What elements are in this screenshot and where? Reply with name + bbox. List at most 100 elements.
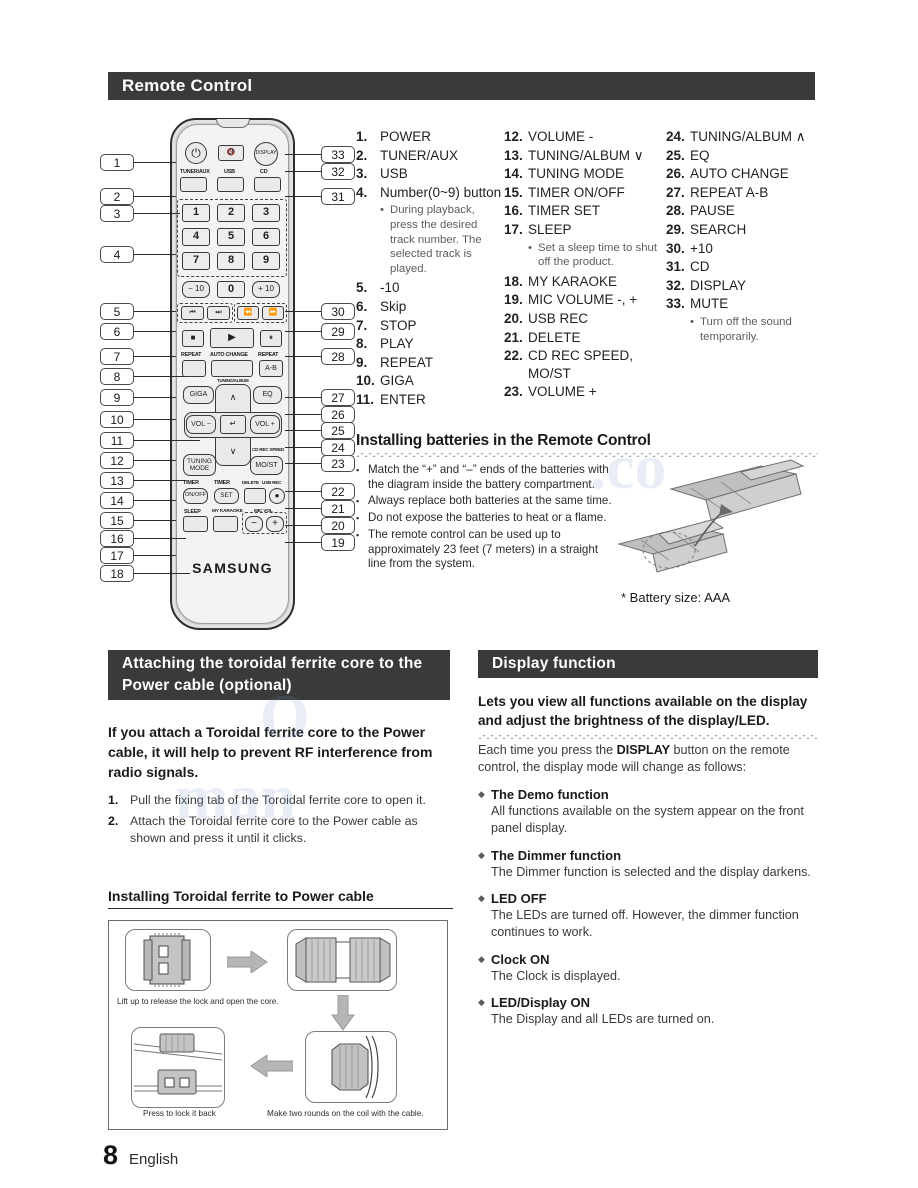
function-label: VOLUME +	[528, 384, 597, 400]
my-karaoke-label: MY KARAOKE	[212, 509, 243, 514]
enter-button[interactable]: ↵	[220, 415, 246, 434]
ferrite-figure-frame-3	[305, 1031, 397, 1103]
my-karaoke-button[interactable]	[213, 516, 238, 532]
search-forward-button[interactable]: ⏩	[262, 306, 284, 320]
pause-button[interactable]: ⏸	[260, 330, 282, 347]
battery-diagram-svg	[617, 459, 805, 573]
number-button-2[interactable]: 2	[217, 204, 245, 222]
function-list-item: 25. EQ	[666, 147, 818, 165]
tuning-album-up-button[interactable]: ∧	[220, 388, 246, 408]
number-button-7[interactable]: 7	[182, 252, 210, 270]
tuner-aux-label: TUNER/AUX	[180, 169, 210, 175]
power-button[interactable]: ⏻	[185, 142, 207, 164]
number-button-9[interactable]: 9	[252, 252, 280, 270]
function-label: MUTE	[690, 296, 729, 312]
function-list-item: 6. Skip	[356, 298, 504, 316]
minus-ten-label: − 10	[188, 284, 204, 294]
function-number: 21.	[504, 329, 523, 345]
function-list-item: 30. +10	[666, 240, 818, 258]
mic-volume-up-button[interactable]: +	[266, 516, 284, 532]
volume-down-button[interactable]: VOL −	[186, 415, 216, 434]
callout-30: 30	[321, 303, 355, 320]
timer-set-label: TIMER	[214, 480, 230, 486]
ferrite-core-closed-icon	[143, 933, 191, 987]
eq-button[interactable]: EQ	[253, 386, 282, 404]
display-mode-header: ◆ LED/Display ON	[478, 994, 818, 1011]
function-label: +10	[690, 240, 713, 256]
footer-language: English	[129, 1151, 179, 1168]
ferrite-core-coiled-icon	[331, 1035, 379, 1099]
display-mode-header: ◆ The Dimmer function	[478, 847, 818, 864]
brand-logo: SAMSUNG	[192, 560, 273, 576]
repeat-button[interactable]	[182, 360, 206, 377]
minus-ten-button[interactable]: − 10	[182, 281, 210, 298]
number-button-1[interactable]: 1	[182, 204, 210, 222]
display-button-reference: DISPLAY	[616, 743, 671, 757]
callout-25: 25	[321, 422, 355, 439]
volume-up-button[interactable]: VOL +	[250, 415, 280, 434]
callout-7: 7	[100, 348, 134, 365]
ferrite-figure-frame-4	[131, 1027, 225, 1108]
giga-label: GIGA	[189, 391, 208, 399]
sleep-button[interactable]	[183, 516, 208, 532]
display-mode-title: The Dimmer function	[491, 847, 622, 863]
function-number: 9.	[356, 354, 368, 370]
usb-rec-button[interactable]: ●	[269, 488, 285, 504]
display-button[interactable]: DISPLAY	[254, 142, 278, 166]
battery-bullet-item: ▪ The remote control can be used up to ap…	[356, 528, 614, 572]
display-button-label: DISPLAY	[255, 150, 277, 157]
number-button-5[interactable]: 5	[217, 228, 245, 246]
number-button-6[interactable]: 6	[252, 228, 280, 246]
ferrite-core-open-icon	[295, 937, 391, 983]
play-button[interactable]: ▶	[210, 328, 254, 348]
giga-button[interactable]: GIGA	[183, 386, 214, 404]
skip-back-button[interactable]: ⏮	[181, 306, 204, 320]
callout-21: 21	[321, 500, 355, 517]
volume-up-label: VOL +	[255, 420, 275, 428]
cd-button[interactable]	[254, 177, 281, 192]
tuning-album-down-button[interactable]: ∨	[220, 442, 246, 462]
function-column-2: 12. VOLUME - 13. TUNING/ALBUM ∨ 14. TUNING MO…	[504, 128, 666, 402]
function-number: 6.	[356, 298, 368, 314]
stop-button[interactable]: ■	[182, 330, 204, 347]
delete-button[interactable]	[244, 488, 266, 504]
function-list-item: 7. STOP	[356, 317, 504, 335]
number-button-8[interactable]: 8	[217, 252, 245, 270]
repeat-ab-button[interactable]: A-B	[259, 360, 283, 377]
skip-forward-button[interactable]: ⏭	[207, 306, 230, 320]
callout-17: 17	[100, 547, 134, 564]
tuning-mode-button[interactable]: TUNING MODE	[183, 454, 216, 476]
mic-volume-down-button[interactable]: −	[245, 516, 263, 532]
auto-change-button[interactable]	[211, 360, 253, 377]
timer-set-button[interactable]: SET	[214, 488, 239, 504]
callout-8: 8	[100, 368, 134, 385]
function-label: MIC VOLUME -, +	[528, 292, 638, 308]
eq-label: EQ	[262, 391, 273, 399]
function-label: USB REC	[528, 310, 589, 326]
number-button-0[interactable]: 0	[217, 281, 245, 298]
number-button-3[interactable]: 3	[252, 204, 280, 222]
section-title: Remote Control	[122, 76, 253, 95]
function-number: 28.	[666, 203, 685, 219]
function-number: 17.	[504, 221, 523, 237]
battery-bullet-item: ▪ Always replace both batteries at the sa…	[356, 494, 614, 509]
function-label: PAUSE	[690, 203, 735, 219]
function-label: Number(0~9) button	[380, 184, 502, 200]
function-list-item: 12. VOLUME -	[504, 128, 666, 146]
ferrite-step-item: 1. Pull the fixing tab of the Toroidal fe…	[108, 792, 453, 808]
number-button-4[interactable]: 4	[182, 228, 210, 246]
search-back-button[interactable]: ⏪	[237, 306, 259, 320]
usb-button[interactable]	[217, 177, 244, 192]
auto-change-label: AUTO CHANGE	[210, 352, 248, 358]
timer-onoff-button[interactable]: ON/OFF	[183, 488, 208, 504]
battery-bullet-text: Do not expose the batteries to heat or a…	[368, 511, 607, 525]
plus-ten-button[interactable]: + 10	[252, 281, 280, 298]
display-body-text: Each time you press the DISPLAY button o…	[478, 742, 818, 777]
function-label: PLAY	[380, 336, 414, 352]
display-mode-description: The Clock is displayed.	[491, 968, 621, 983]
tuner-aux-button[interactable]	[180, 177, 207, 192]
callout-33: 33	[321, 146, 355, 163]
mute-button[interactable]: 🔇	[218, 145, 244, 161]
mo-st-button[interactable]: MO/ST	[250, 456, 283, 475]
bullet-dot-icon: •	[690, 315, 694, 328]
